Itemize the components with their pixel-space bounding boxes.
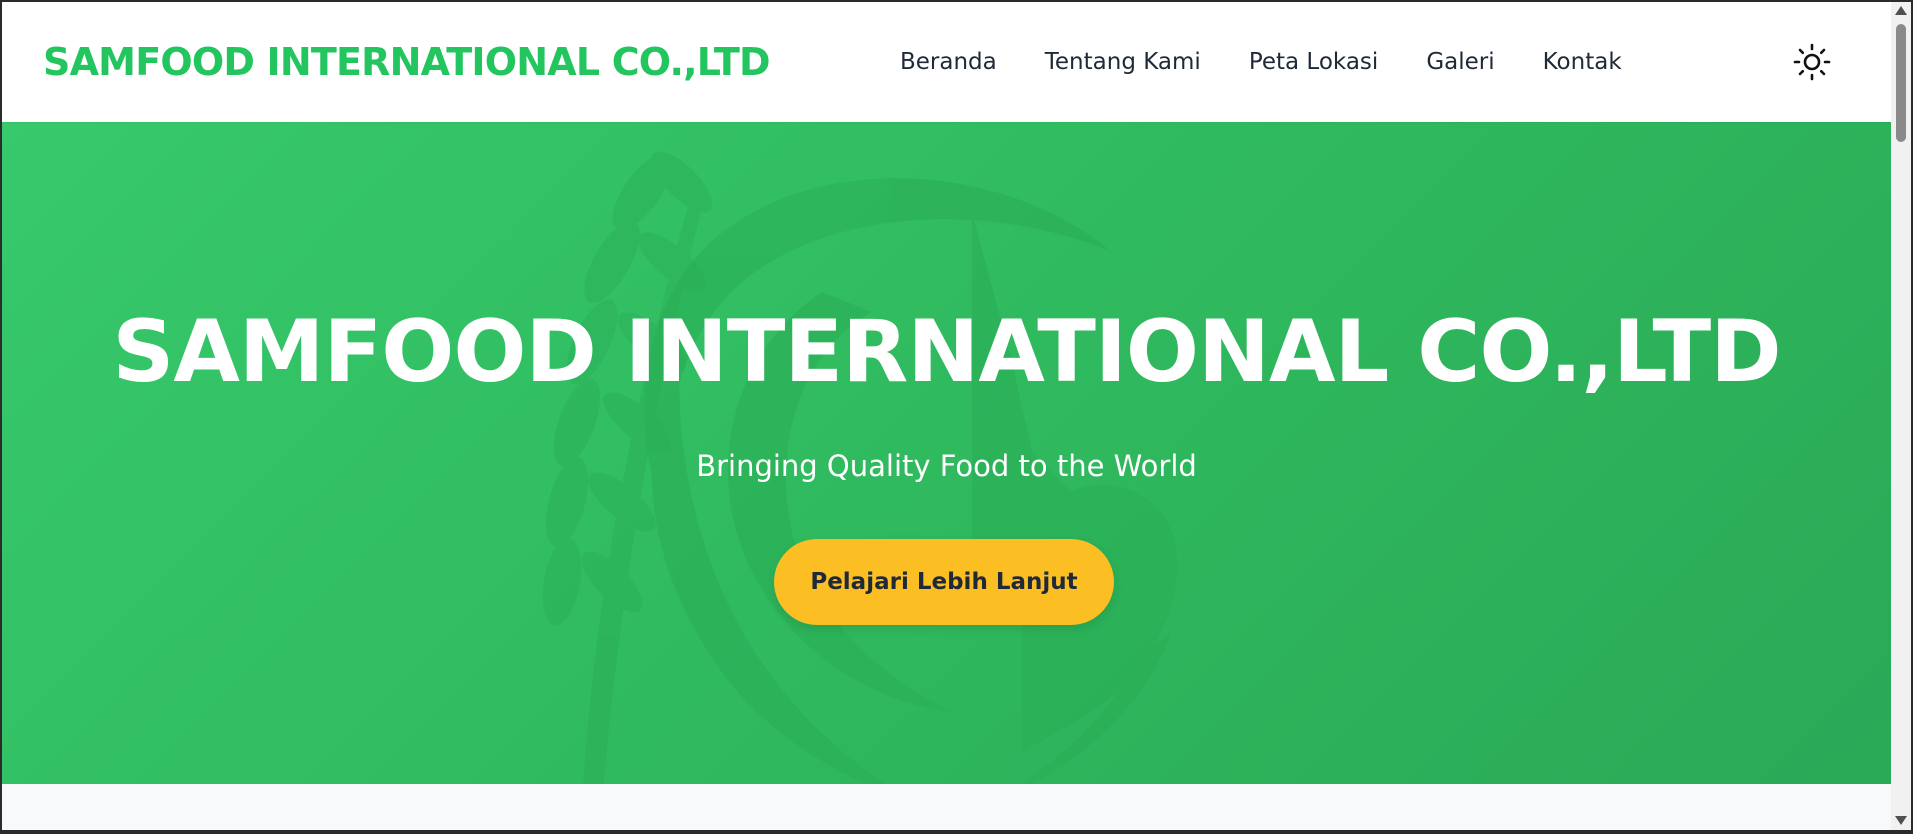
browser-window: SAMFOOD INTERNATIONAL CO.,LTD Beranda Te… <box>2 2 1911 830</box>
vertical-scrollbar[interactable] <box>1891 2 1911 830</box>
hero-subtitle: Bringing Quality Food to the World <box>696 449 1197 483</box>
theme-toggle-button[interactable] <box>1790 40 1834 84</box>
hero-title: SAMFOOD INTERNATIONAL CO.,LTD <box>112 302 1781 402</box>
navbar: SAMFOOD INTERNATIONAL CO.,LTD Beranda Te… <box>2 2 1891 122</box>
scroll-down-arrow-icon[interactable] <box>1895 816 1907 825</box>
nav-link-kontak[interactable]: Kontak <box>1543 44 1622 80</box>
page-viewport: SAMFOOD INTERNATIONAL CO.,LTD Beranda Te… <box>2 2 1891 830</box>
brand-logo-text[interactable]: SAMFOOD INTERNATIONAL CO.,LTD <box>43 36 771 88</box>
nav-menu: Beranda Tentang Kami Peta Lokasi Galeri … <box>900 44 1622 80</box>
nav-link-tentang-kami[interactable]: Tentang Kami <box>1045 44 1201 80</box>
scroll-up-arrow-icon[interactable] <box>1895 6 1907 15</box>
hero-section: SAMFOOD INTERNATIONAL CO.,LTD Bringing Q… <box>2 122 1891 784</box>
next-section <box>2 784 1891 830</box>
learn-more-button[interactable]: Pelajari Lebih Lanjut <box>774 539 1114 625</box>
scrollbar-thumb[interactable] <box>1896 24 1906 142</box>
nav-link-beranda[interactable]: Beranda <box>900 44 997 80</box>
nav-link-galeri[interactable]: Galeri <box>1426 44 1494 80</box>
sun-icon <box>1793 43 1831 81</box>
nav-link-peta-lokasi[interactable]: Peta Lokasi <box>1249 44 1379 80</box>
